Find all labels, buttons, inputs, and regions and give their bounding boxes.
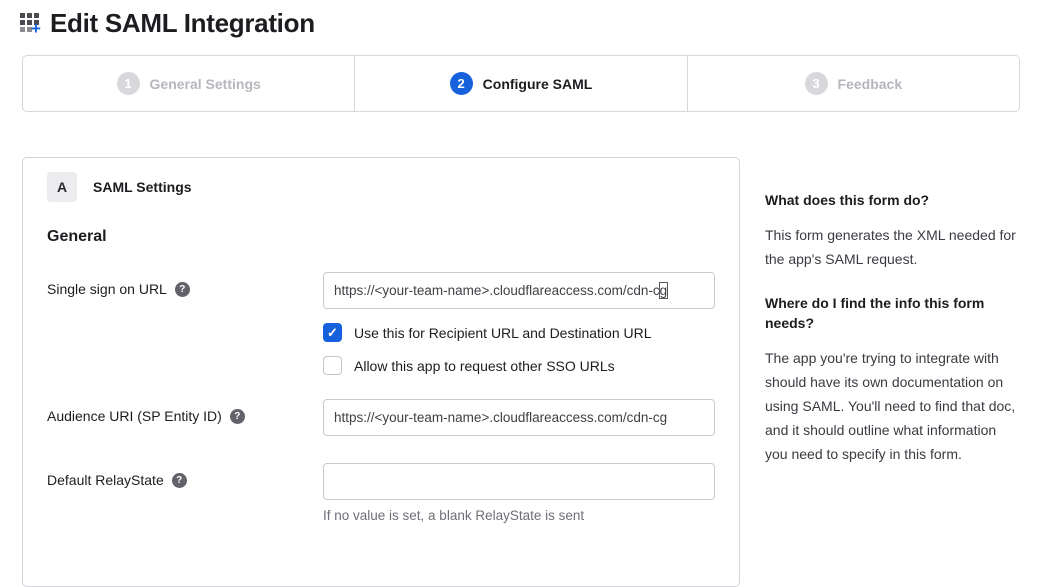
help-answer-2: The app you're trying to integrate with … [765,346,1019,466]
other-sso-checkbox-row: Allow this app to request other SSO URLs [323,356,715,375]
step-general-settings[interactable]: 1 General Settings [23,56,354,111]
step-label: Configure SAML [483,76,593,92]
recipient-url-checkbox-row: ✓ Use this for Recipient URL and Destina… [323,323,715,342]
section-title: SAML Settings [93,179,192,195]
step-feedback[interactable]: 3 Feedback [687,56,1019,111]
app-grid-plus-icon: + [20,11,46,37]
other-sso-checkbox[interactable] [323,356,342,375]
wizard-stepper: 1 General Settings 2 Configure SAML 3 Fe… [22,55,1020,112]
sso-url-row: Single sign on URL ? https://<your-team-… [47,272,715,399]
relay-state-input[interactable] [323,463,715,500]
saml-settings-card: A SAML Settings General Single sign on U… [22,157,740,587]
audience-uri-row: Audience URI (SP Entity ID) ? https://<y… [47,399,715,436]
general-heading: General [47,228,715,246]
help-question-icon[interactable]: ? [230,409,245,424]
relay-state-row: Default RelayState ? If no value is set,… [47,463,715,523]
step-label: General Settings [150,76,261,92]
other-sso-checkbox-label: Allow this app to request other SSO URLs [354,358,615,374]
step-label: Feedback [838,76,903,92]
help-answer-1: This form generates the XML needed for t… [765,223,1019,271]
step-number-badge: 1 [117,72,140,95]
relay-state-hint: If no value is set, a blank RelayState i… [323,508,715,523]
section-a-badge: A [47,172,77,202]
help-question-2: Where do I find the info this form needs… [765,293,1019,333]
page-title: Edit SAML Integration [50,8,315,39]
step-number-badge: 2 [450,72,473,95]
step-configure-saml[interactable]: 2 Configure SAML [354,56,686,111]
relay-state-label: Default RelayState [47,472,164,488]
step-number-badge: 3 [805,72,828,95]
section-header: A SAML Settings [47,172,715,202]
recipient-url-checkbox[interactable]: ✓ [323,323,342,342]
help-question-1: What does this form do? [765,190,1019,210]
recipient-url-checkbox-label: Use this for Recipient URL and Destinati… [354,325,652,341]
text-cursor [659,282,668,299]
audience-uri-label: Audience URI (SP Entity ID) [47,408,222,424]
sso-url-label: Single sign on URL [47,281,167,297]
help-question-icon[interactable]: ? [172,473,187,488]
audience-uri-input[interactable]: https://<your-team-name>.cloudflareacces… [323,399,715,436]
help-sidebar: What does this form do? This form genera… [765,190,1019,488]
sso-url-input[interactable]: https://<your-team-name>.cloudflareacces… [323,272,715,309]
audience-uri-value: https://<your-team-name>.cloudflareacces… [334,410,667,425]
sso-url-value: https://<your-team-name>.cloudflareacces… [334,283,667,298]
page-header: + Edit SAML Integration [20,8,315,39]
help-question-icon[interactable]: ? [175,282,190,297]
